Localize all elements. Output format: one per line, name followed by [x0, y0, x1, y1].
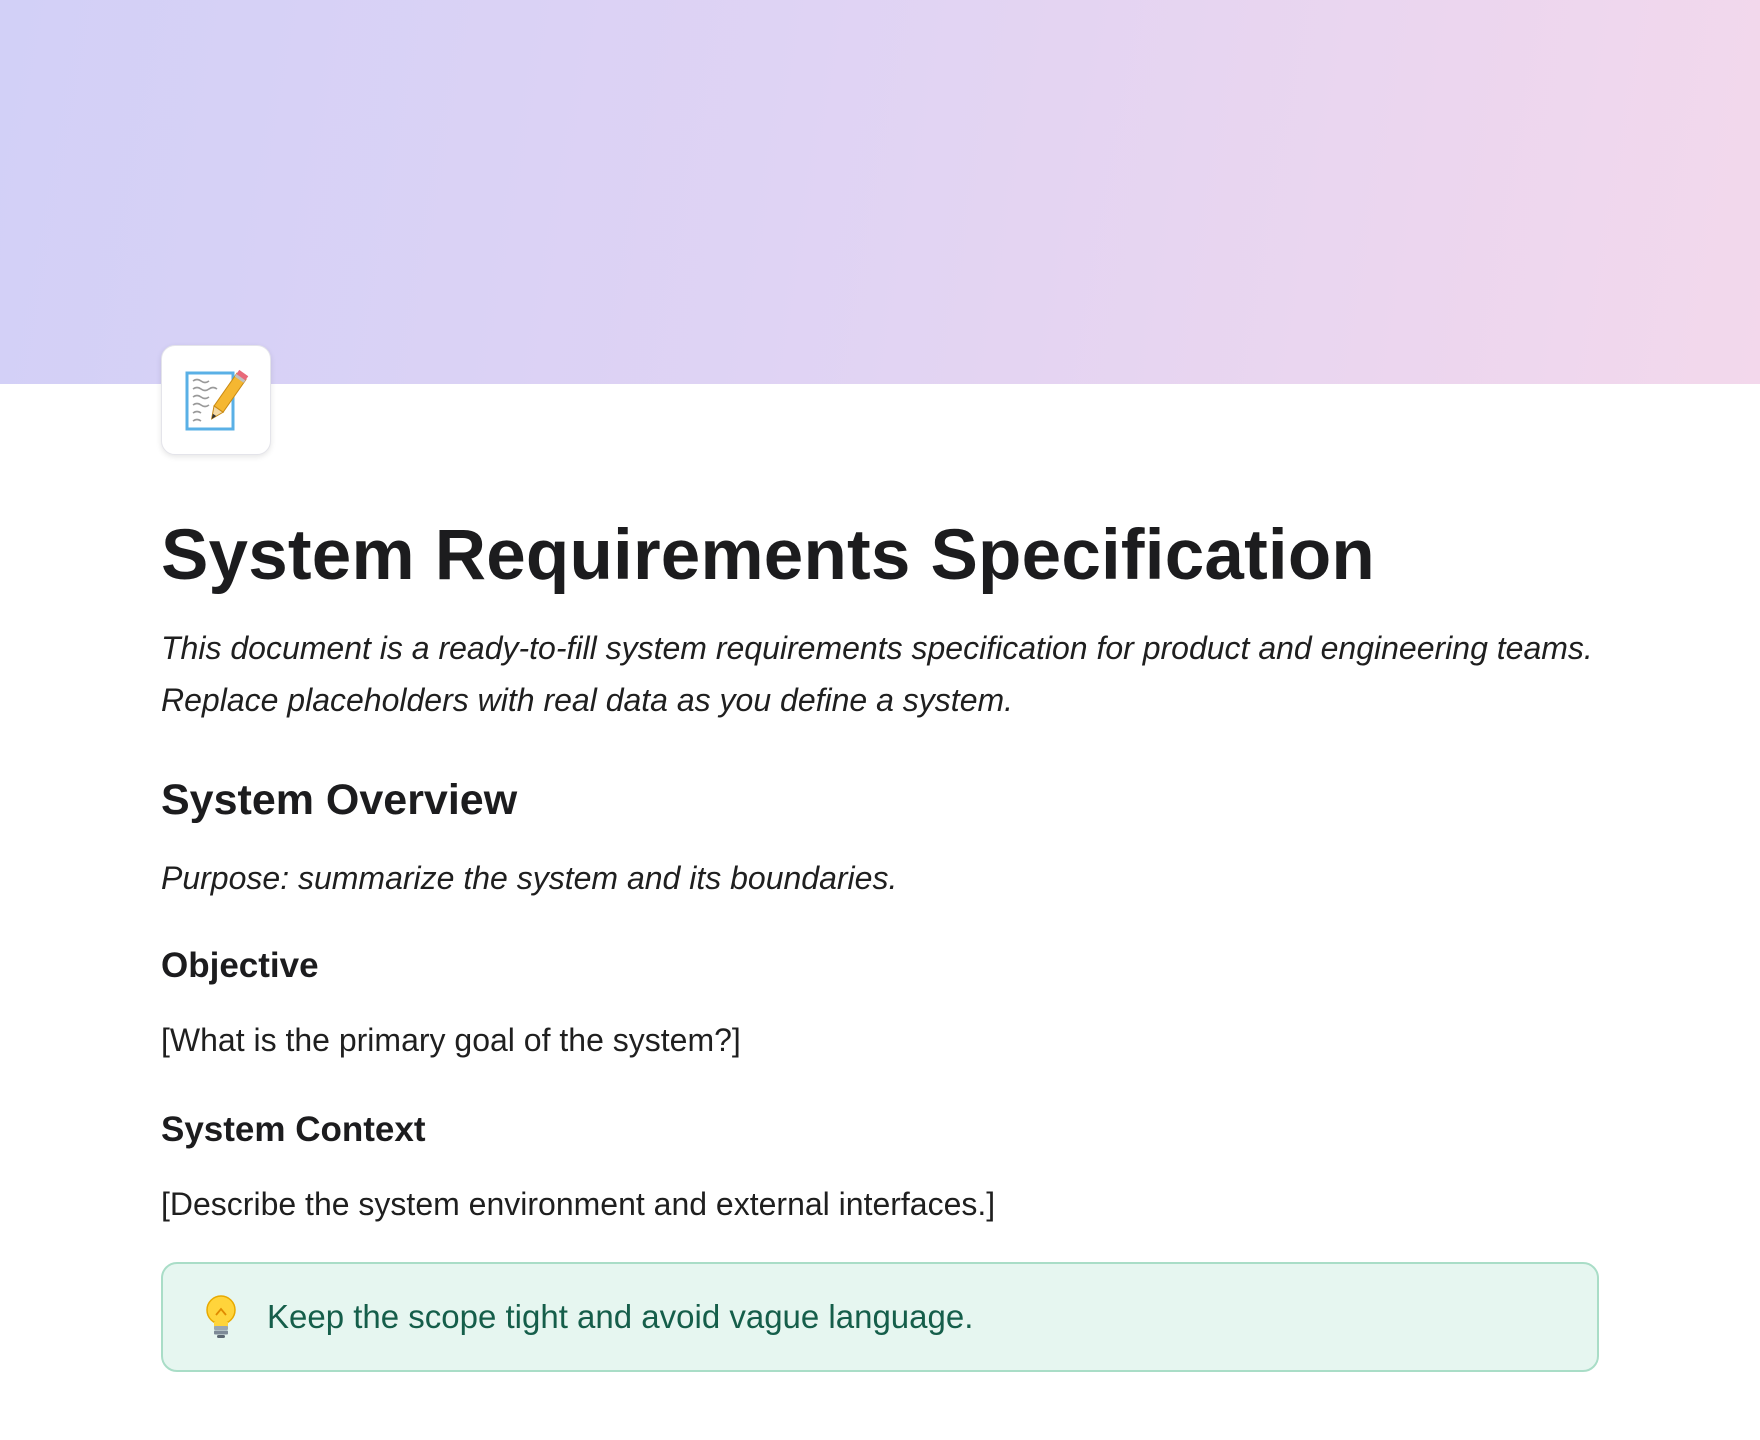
objective-placeholder[interactable]: [What is the primary goal of the system?… [161, 1016, 1601, 1064]
intro-paragraph[interactable]: This document is a ready-to-fill system … [161, 622, 1601, 726]
system-context-placeholder[interactable]: [Describe the system environment and ext… [161, 1180, 1601, 1228]
lightbulb-icon [199, 1291, 243, 1343]
page-title[interactable]: System Requirements Specification [161, 500, 1601, 612]
tip-callout[interactable]: Keep the scope tight and avoid vague lan… [161, 1262, 1599, 1372]
cover-banner [0, 0, 1760, 384]
callout-text: Keep the scope tight and avoid vague lan… [267, 1298, 974, 1335]
purpose-text[interactable]: Purpose: summarize the system and its bo… [161, 856, 1601, 900]
section-heading-system-overview[interactable]: System Overview [161, 770, 1601, 830]
memo-icon[interactable] [161, 345, 271, 455]
subheading-system-context[interactable]: System Context [161, 1106, 1601, 1154]
subheading-objective[interactable]: Objective [161, 942, 1601, 990]
document-body: System Requirements Specification This d… [161, 500, 1601, 1372]
